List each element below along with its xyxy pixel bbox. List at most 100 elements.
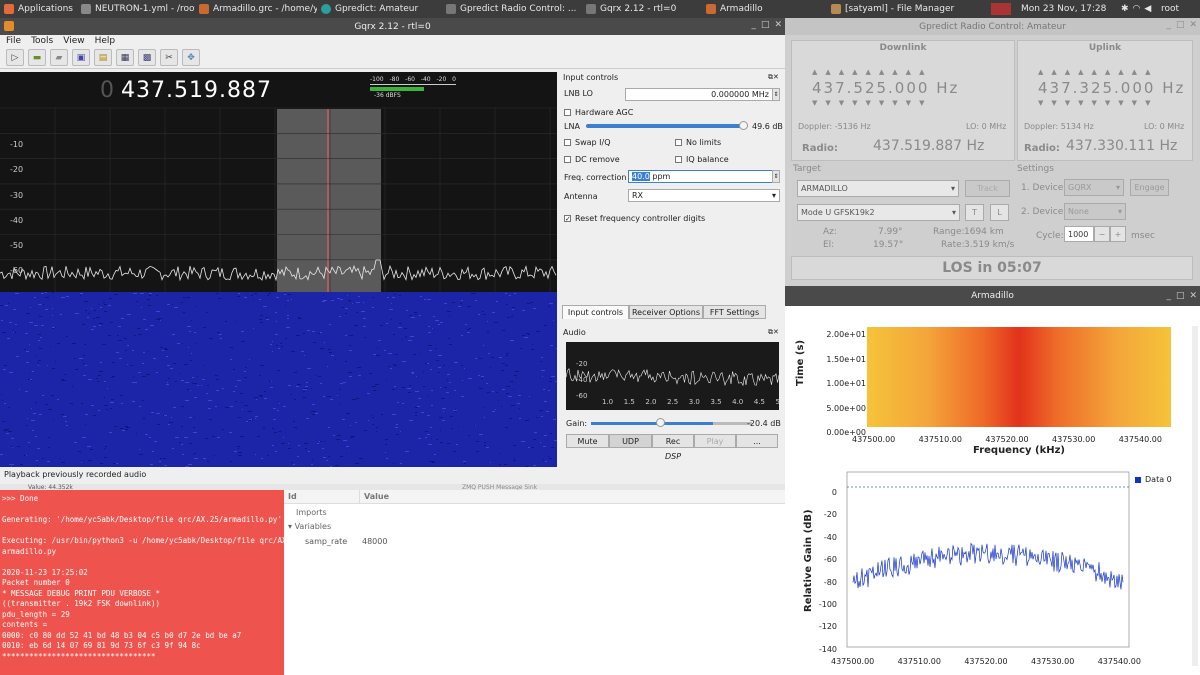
uplink-freq[interactable]: 437.325.000 Hz <box>1038 79 1185 97</box>
spectrum-plot[interactable]: 0 437.519.887 -100 -80 -60 -40 -20 0 -36 dBFS… <box>0 72 557 292</box>
up-arrows[interactable]: ▲▲▲▲▲▲▲▲▲ <box>812 68 932 76</box>
down-arrows[interactable]: ▼▼▼▼▼▼▼▼▼ <box>812 99 932 107</box>
minimize-icon[interactable]: _ <box>751 20 756 30</box>
device-icon[interactable]: ▬ <box>28 49 46 66</box>
scrollbar[interactable] <box>1192 326 1198 666</box>
mode-select[interactable]: Mode U GFSK19k2 ▾ <box>797 204 960 221</box>
t-button[interactable]: T <box>965 204 984 221</box>
close-icon[interactable]: ✕ <box>1189 291 1197 301</box>
column-id[interactable]: Id <box>288 492 297 501</box>
imports-row[interactable]: Imports <box>296 508 327 517</box>
waterfall-display[interactable] <box>0 292 557 467</box>
dock-buttons[interactable]: ⧉✕ <box>768 73 779 82</box>
tab-fft-settings[interactable]: FFT Settings <box>703 305 766 319</box>
task-neutron[interactable]: NEUTRON-1.yml - /root/... <box>77 0 195 18</box>
minimize-icon[interactable]: _ <box>1166 20 1171 30</box>
fft-icon[interactable]: ▦ <box>116 49 134 66</box>
console-output[interactable]: >>> Done Generating: '/home/yc5abk/Deskt… <box>0 490 284 675</box>
device1-select[interactable]: GQRX ▾ <box>1064 179 1124 196</box>
save-icon[interactable]: ▣ <box>72 49 90 66</box>
tab-receiver-options[interactable]: Receiver Options <box>629 305 703 319</box>
variables-row[interactable]: ▾ Variables <box>288 522 331 531</box>
waterfall-pixel <box>181 426 183 427</box>
workspace-thumb[interactable] <box>987 0 1017 18</box>
udp-button[interactable]: UDP <box>609 434 652 448</box>
maximize-icon[interactable]: □ <box>1176 291 1185 301</box>
up-arrows[interactable]: ▲▲▲▲▲▲▲▲▲ <box>1038 68 1158 76</box>
minimize-icon[interactable]: _ <box>1166 291 1171 301</box>
audio-dock-buttons[interactable]: ⧉✕ <box>768 328 779 337</box>
waterfall-image[interactable] <box>867 327 1171 427</box>
filter-band[interactable] <box>277 109 381 292</box>
maximize-icon[interactable]: □ <box>1176 20 1185 30</box>
waterfall-pixel <box>160 347 163 348</box>
task-gqrx[interactable]: Gqrx 2.12 - rtl=0 <box>582 0 702 18</box>
no-limits-checkbox[interactable]: No limits <box>675 138 721 147</box>
track-button[interactable]: Track <box>965 180 1010 197</box>
tray-icons[interactable]: ✱ ◠ ◀ <box>1117 0 1157 18</box>
audio-options-button[interactable]: ... <box>736 434 778 448</box>
audio-fft-plot[interactable]: -20 -40 -60 1.0 1.5 2.0 2.5 3.0 3.5 4.0 4.5 5 <box>565 342 780 410</box>
close-icon[interactable]: ✕ <box>774 20 782 30</box>
gqrx-titlebar[interactable]: Gqrx 2.12 - rtl=0 _ □ ✕ <box>0 18 785 35</box>
freq-correction-input[interactable]: 40.0 ppm <box>628 170 773 183</box>
fullscreen-icon[interactable]: ✥ <box>182 49 200 66</box>
task-gpredict[interactable]: Gpredict: Amateur <box>317 0 442 18</box>
freq-spin-icon[interactable]: ⇕ <box>772 170 780 183</box>
mute-button[interactable]: Mute <box>566 434 609 448</box>
cycle-input[interactable]: 1000 <box>1064 226 1094 242</box>
maximize-icon[interactable]: □ <box>761 20 770 30</box>
io-config-icon[interactable]: ▤ <box>94 49 112 66</box>
play-button[interactable]: Play <box>694 434 736 448</box>
lna-slider-handle[interactable] <box>739 121 748 130</box>
downlink-freq[interactable]: 437.525.000 Hz <box>812 79 959 97</box>
play-icon[interactable]: ▷ <box>6 49 24 66</box>
satellite-select[interactable]: ARMADILLO ▾ <box>797 180 959 197</box>
task-grc[interactable]: Armadillo.grc - /home/y... <box>195 0 317 18</box>
waterfall-pixel <box>428 345 432 346</box>
remote-icon[interactable]: ▩ <box>138 49 156 66</box>
menu-file[interactable]: File <box>6 36 21 46</box>
rec-button[interactable]: Rec <box>652 434 694 448</box>
engage-button[interactable]: Engage <box>1130 179 1169 196</box>
plus-icon[interactable]: + <box>1110 226 1126 242</box>
dc-label: DC remove <box>575 155 620 164</box>
lna-slider[interactable] <box>586 124 745 128</box>
menu-view[interactable]: View <box>63 36 84 46</box>
lnb-input[interactable]: 0.000000 MHz <box>625 88 773 101</box>
reset-digits-checkbox[interactable]: ✓ Reset frequency controller digits <box>564 214 705 223</box>
down-arrows[interactable]: ▼▼▼▼▼▼▼▼▼ <box>1038 99 1158 107</box>
armadillo-titlebar[interactable]: Armadillo _ □ ✕ <box>785 286 1200 306</box>
tab-input-controls[interactable]: Input controls <box>562 305 629 319</box>
task-armadillo[interactable]: Armadillo <box>702 0 827 18</box>
user-menu[interactable]: root <box>1157 0 1183 18</box>
freq-leading-zero[interactable]: 0 <box>100 78 114 103</box>
clock[interactable]: Mon 23 Nov, 17:28 <box>1017 0 1117 18</box>
menu-tools[interactable]: Tools <box>31 36 53 46</box>
close-icon[interactable]: ✕ <box>1189 20 1197 30</box>
gain-slider-handle[interactable] <box>656 418 665 427</box>
gain-slider[interactable] <box>591 422 713 425</box>
var-value[interactable]: 48000 <box>362 537 387 546</box>
dc-remove-checkbox[interactable]: DC remove <box>564 155 620 164</box>
gpredict-titlebar[interactable]: Gpredict Radio Control: Amateur _ □ ✕ <box>785 18 1200 35</box>
tools-icon[interactable]: ✂ <box>160 49 178 66</box>
var-name[interactable]: samp_rate <box>305 537 347 546</box>
meter-tick: 0 <box>452 76 456 83</box>
minus-icon[interactable]: − <box>1094 226 1110 242</box>
lnb-spin-icon[interactable]: ⇕ <box>772 88 780 101</box>
waterfall-pixel <box>501 406 502 407</box>
frequency-display[interactable]: 437.519.887 <box>121 78 272 103</box>
iq-balance-checkbox[interactable]: IQ balance <box>675 155 729 164</box>
antenna-select[interactable]: RX ▾ <box>628 189 780 202</box>
device2-select[interactable]: None ▾ <box>1064 203 1126 220</box>
task-file-manager[interactable]: [satyaml] - File Manager <box>827 0 987 18</box>
open-folder-icon[interactable]: ▰ <box>50 49 68 66</box>
l-button[interactable]: L <box>990 204 1009 221</box>
hw-agc-checkbox[interactable]: Hardware AGC <box>564 108 633 117</box>
task-radio-control[interactable]: Gpredict Radio Control: ... <box>442 0 582 18</box>
swap-iq-checkbox[interactable]: Swap I/Q <box>564 138 611 147</box>
menu-help[interactable]: Help <box>95 36 116 46</box>
applications-menu[interactable]: Applications <box>0 0 77 18</box>
column-value[interactable]: Value <box>364 492 389 501</box>
